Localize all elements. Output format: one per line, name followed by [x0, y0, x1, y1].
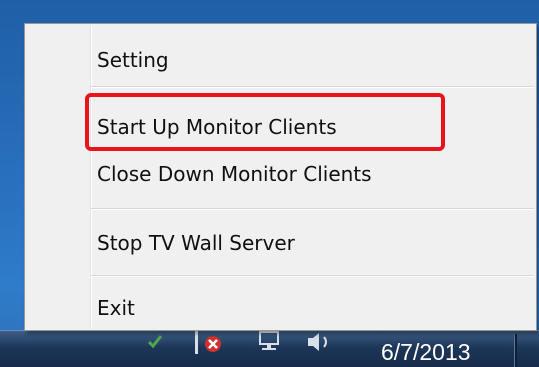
flag-error-icon[interactable] — [193, 330, 233, 354]
menu-gutter — [90, 26, 92, 328]
clock-date[interactable]: 6/7/2013 — [381, 338, 471, 366]
context-menu: Setting Start Up Monitor Clients Close D… — [24, 23, 537, 331]
menu-item-close-down-monitor-clients[interactable]: Close Down Monitor Clients — [97, 162, 372, 186]
menu-separator — [91, 208, 534, 210]
menu-separator — [91, 86, 534, 88]
shield-check-icon[interactable] — [146, 330, 164, 352]
desktop: 6/7/2013 Setting Start Up Monitor Client… — [0, 0, 539, 367]
speaker-icon[interactable] — [300, 330, 340, 352]
highlight-annotation-box — [85, 93, 445, 151]
menu-item-setting[interactable]: Setting — [97, 48, 169, 72]
network-icon[interactable] — [256, 330, 284, 352]
show-desktop-divider[interactable] — [514, 334, 517, 367]
menu-item-stop-tv-wall-server[interactable]: Stop TV Wall Server — [97, 231, 295, 255]
menu-item-exit[interactable]: Exit — [97, 296, 135, 320]
menu-separator — [91, 275, 534, 277]
